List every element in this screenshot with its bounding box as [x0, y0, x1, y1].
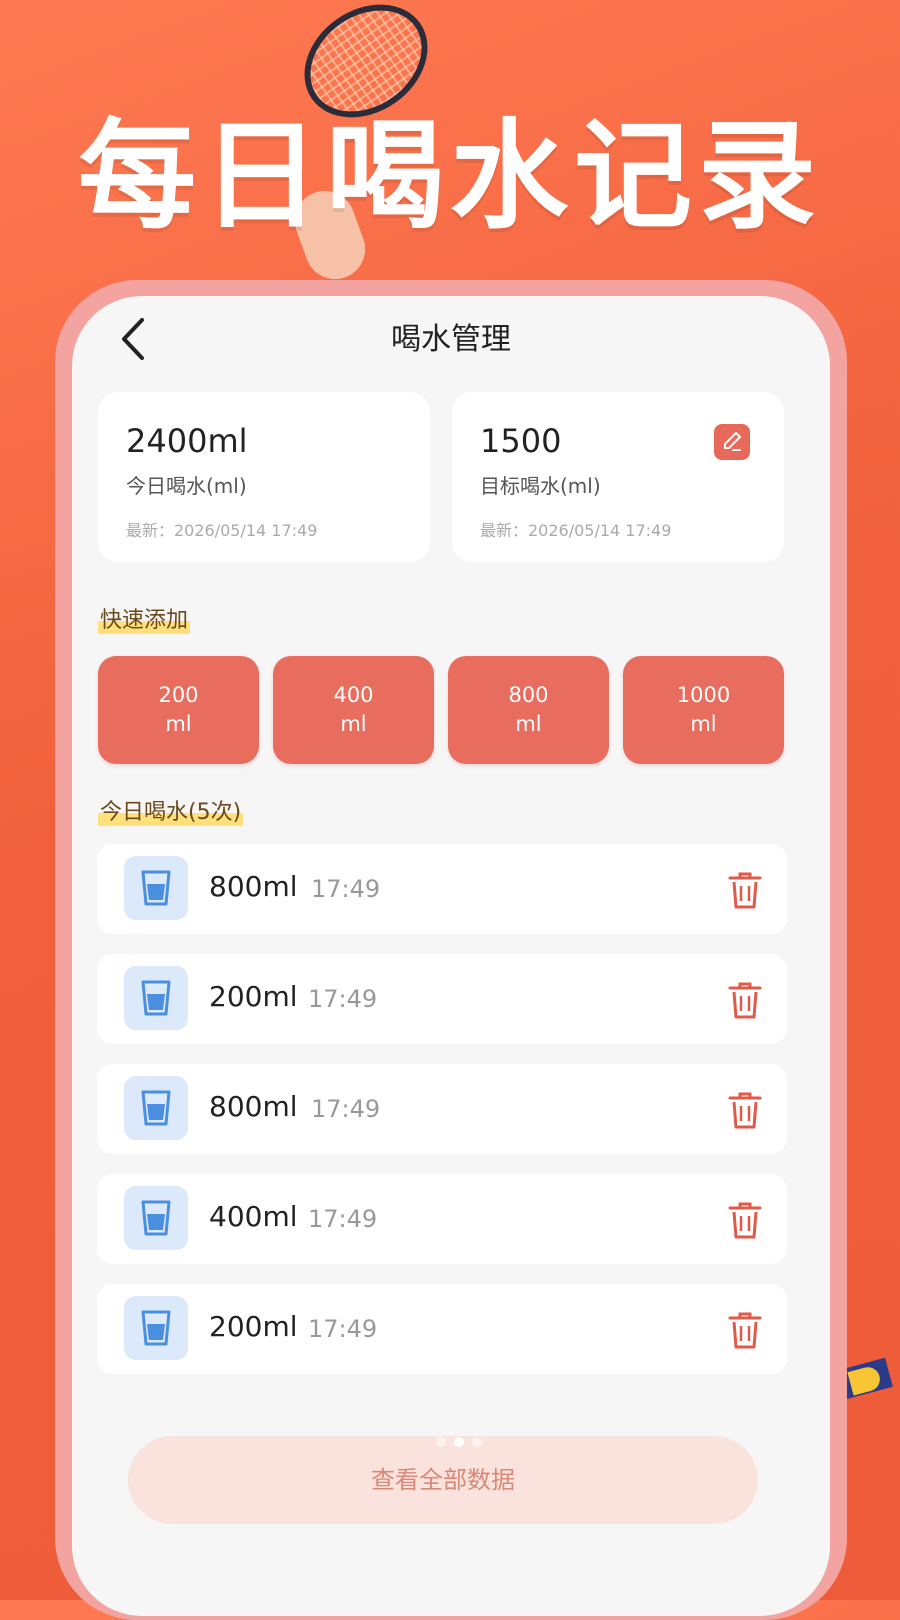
record-time: 17:49: [308, 1205, 378, 1233]
today-intake-updated: 最新：2026/05/14 17:49: [126, 521, 318, 540]
page-indicator: [432, 1432, 486, 1451]
cup-badge: [124, 1296, 188, 1360]
record-amount: 400ml: [209, 1200, 298, 1233]
record-row: 200ml 17:49: [97, 1284, 787, 1374]
today-intake-value: 2400ml: [126, 422, 248, 460]
app-screen: 喝水管理 2400ml 今日喝水(ml) 最新：2026/05/14 17:49…: [72, 296, 830, 1616]
cup-badge: [124, 856, 188, 920]
record-row: 800ml 17:49: [97, 844, 787, 934]
quick-add-800-button[interactable]: 800 ml: [448, 656, 609, 764]
record-amount: 200ml: [209, 1310, 298, 1343]
delete-record-button[interactable]: [727, 870, 763, 910]
record-time: 17:49: [311, 1095, 381, 1123]
water-cup-icon: [141, 1310, 171, 1346]
target-intake-updated: 最新：2026/05/14 17:49: [480, 521, 672, 540]
quick-add-1000-button[interactable]: 1000 ml: [623, 656, 784, 764]
delete-record-button[interactable]: [727, 980, 763, 1020]
quick-add-label: 快速添加: [98, 602, 191, 634]
page-dot-active: [454, 1437, 464, 1447]
quick-add-unit: ml: [515, 712, 542, 736]
target-intake-card: 1500 目标喝水(ml) 最新：2026/05/14 17:49: [452, 392, 784, 562]
records-label: 今日喝水(5次): [98, 794, 244, 826]
trash-icon: [728, 1312, 762, 1349]
quick-add-amount: 1000: [676, 683, 731, 707]
cup-badge: [124, 1186, 188, 1250]
record-row: 400ml 17:49: [97, 1174, 787, 1264]
water-cup-icon: [141, 1200, 171, 1236]
trash-icon: [728, 872, 762, 909]
target-intake-label: 目标喝水(ml): [480, 474, 601, 498]
cup-badge: [124, 1076, 188, 1140]
trash-icon: [728, 1202, 762, 1239]
page-title: 喝水管理: [391, 322, 511, 357]
record-amount: 200ml: [209, 980, 298, 1013]
quick-add-400-button[interactable]: 400 ml: [273, 656, 434, 764]
quick-add-200-button[interactable]: 200 ml: [98, 656, 259, 764]
water-cup-icon: [141, 1090, 171, 1126]
today-intake-label: 今日喝水(ml): [126, 474, 247, 498]
page-dot: [436, 1437, 446, 1447]
record-amount: 800ml: [209, 870, 298, 903]
today-intake-card: 2400ml 今日喝水(ml) 最新：2026/05/14 17:49: [98, 392, 430, 562]
record-time: 17:49: [308, 1315, 378, 1343]
nav-bar: 喝水管理: [72, 296, 830, 386]
trash-icon: [728, 1092, 762, 1129]
quick-add-amount: 200: [158, 683, 199, 707]
quick-add-unit: ml: [340, 712, 367, 736]
record-time: 17:49: [308, 985, 378, 1013]
water-cup-icon: [141, 980, 171, 1016]
pencil-icon: [724, 432, 741, 451]
quick-add-amount: 400: [333, 683, 374, 707]
cup-badge: [124, 966, 188, 1030]
record-time: 17:49: [311, 875, 381, 903]
water-cup-icon: [141, 870, 171, 906]
trash-icon: [728, 982, 762, 1019]
record-row: 200ml 17:49: [97, 954, 787, 1044]
record-row: 800ml 17:49: [97, 1064, 787, 1154]
page-dot: [472, 1437, 482, 1447]
delete-record-button[interactable]: [727, 1200, 763, 1240]
record-amount: 800ml: [209, 1090, 298, 1123]
edit-target-button[interactable]: [714, 424, 750, 460]
delete-record-button[interactable]: [727, 1310, 763, 1350]
quick-add-amount: 800: [508, 683, 549, 707]
hero-title: 每日喝水记录: [77, 107, 822, 245]
target-intake-value: 1500: [480, 422, 562, 460]
quick-add-unit: ml: [690, 712, 717, 736]
delete-record-button[interactable]: [727, 1090, 763, 1130]
quick-add-unit: ml: [165, 712, 192, 736]
